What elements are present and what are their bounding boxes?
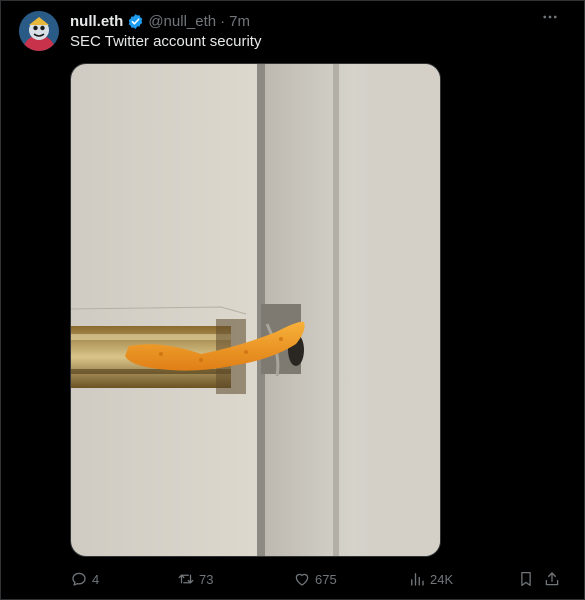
views-button[interactable]: 24K	[408, 567, 453, 591]
post-header: null.eth @null_eth · 7m	[70, 11, 250, 31]
avatar-image	[19, 11, 59, 51]
bookmark-icon	[521, 571, 531, 587]
like-count: 675	[315, 571, 337, 587]
separator-dot: ·	[220, 12, 226, 30]
post-photo[interactable]	[70, 63, 441, 557]
share-button[interactable]	[543, 567, 565, 591]
post-text: SEC Twitter account security	[70, 33, 262, 50]
avatar[interactable]	[19, 11, 59, 51]
share-icon	[545, 572, 559, 586]
tweet-card[interactable]: null.eth @null_eth · 7m SEC Twitter acco…	[0, 0, 585, 600]
like-icon	[295, 573, 309, 586]
timestamp[interactable]: 7m	[229, 13, 250, 30]
repost-count: 73	[199, 571, 214, 587]
like-button[interactable]: 675	[293, 567, 337, 591]
verified-badge-icon	[129, 13, 143, 29]
reply-count: 4	[92, 571, 100, 587]
reply-icon	[72, 572, 86, 586]
handle[interactable]: @null_eth	[148, 13, 216, 30]
more-button[interactable]	[538, 7, 562, 27]
bookmark-button[interactable]	[517, 567, 539, 591]
repost-icon	[178, 574, 194, 584]
views-count: 24K	[430, 571, 454, 587]
reply-button[interactable]: 4	[70, 567, 99, 591]
more-icon	[543, 15, 557, 19]
repost-button[interactable]: 73	[177, 567, 213, 591]
action-bar: 4 73 675 24K	[70, 567, 566, 591]
photo-image	[71, 64, 440, 556]
display-name[interactable]: null.eth	[70, 13, 123, 30]
views-icon	[411, 573, 424, 586]
